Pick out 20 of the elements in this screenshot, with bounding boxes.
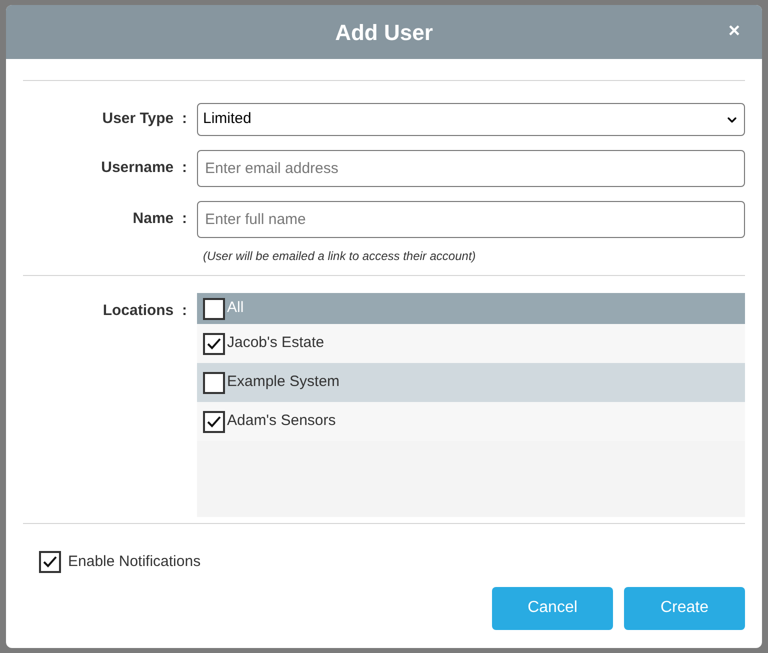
checkbox[interactable] — [203, 332, 225, 354]
checkbox[interactable] — [203, 298, 225, 320]
list-header-label: All — [227, 298, 244, 318]
checkbox[interactable] — [203, 410, 225, 432]
check-icon — [206, 414, 222, 428]
location-row[interactable]: Example System — [197, 363, 745, 402]
field-label: Username : — [100, 158, 188, 178]
input-field[interactable]: Enter full name — [197, 201, 745, 238]
checkbox[interactable] — [39, 551, 61, 574]
field-label: Locations : — [102, 301, 188, 321]
field-label: Name : — [132, 209, 188, 230]
user-type-select[interactable]: Limited — [197, 103, 745, 136]
check-icon — [42, 555, 58, 570]
dialog-title: Add User — [335, 18, 433, 46]
checkbox-label: Enable Notifications — [68, 552, 201, 572]
hint-text: (User will be emailed a link to access their account) — [203, 248, 477, 265]
checkbox[interactable] — [203, 372, 225, 394]
check-icon — [206, 336, 222, 350]
input-field[interactable]: Enter email address — [197, 150, 745, 187]
field-label: User Type : — [101, 109, 188, 130]
